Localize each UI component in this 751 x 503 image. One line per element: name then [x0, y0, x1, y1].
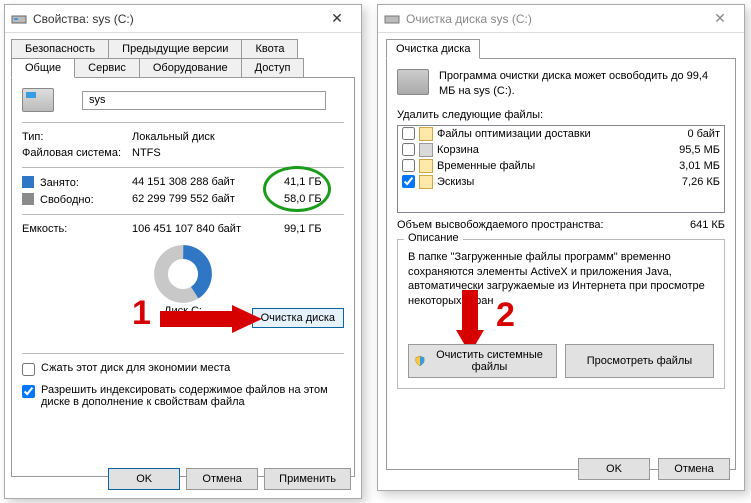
file-checkbox[interactable]: [402, 159, 415, 172]
drive-large-icon: [22, 88, 54, 112]
cap-bytes: 106 451 107 840 байт: [132, 223, 284, 235]
description-group: Описание В папке "Загруженные файлы прог…: [397, 239, 725, 389]
file-checkbox[interactable]: [402, 143, 415, 156]
tab-quota[interactable]: Квота: [241, 39, 298, 59]
ok-button[interactable]: OK: [578, 458, 650, 480]
summary-text: Программа очистки диска может освободить…: [439, 69, 725, 99]
summary-icon: [397, 69, 429, 95]
disk-cleanup-button[interactable]: Очистка диска: [252, 308, 344, 328]
dialog-buttons: OK Отмена Применить: [108, 468, 351, 490]
compress-checkbox-row[interactable]: Сжать этот диск для экономии места: [22, 362, 344, 376]
cancel-button[interactable]: Отмена: [658, 458, 730, 480]
used-label: Занято:: [22, 176, 132, 189]
annotation-circle: [263, 166, 331, 212]
total-value: 641 КБ: [690, 219, 725, 231]
tab-tools[interactable]: Сервис: [74, 58, 140, 78]
index-checkbox[interactable]: [22, 385, 35, 398]
annotation-1: 1: [132, 294, 151, 333]
titlebar[interactable]: Свойства: sys (C:) ✕: [5, 5, 361, 33]
capacity-chart: [154, 245, 212, 303]
tab-sharing[interactable]: Доступ: [241, 58, 305, 78]
ok-button[interactable]: OK: [108, 468, 180, 490]
fs-label: Файловая система:: [22, 147, 132, 159]
list-item: Файлы оптимизации доставки0 байт: [398, 126, 724, 142]
cap-label: Емкость:: [22, 223, 132, 235]
properties-dialog: Свойства: sys (C:) ✕ Безопасность Предыд…: [4, 4, 362, 499]
dialog-title: Очистка диска sys (C:): [406, 12, 702, 26]
used-swatch: [22, 176, 34, 188]
free-label: Свободно:: [22, 193, 132, 206]
used-bytes: 44 151 308 288 байт: [132, 176, 284, 189]
tab-strip: Очистка диска: [386, 39, 736, 59]
drive-name-input[interactable]: [82, 91, 326, 110]
shield-icon: [415, 355, 425, 367]
view-files-button[interactable]: Просмотреть файлы: [565, 344, 714, 378]
file-checkbox[interactable]: [402, 175, 415, 188]
compress-checkbox[interactable]: [22, 363, 35, 376]
titlebar[interactable]: Очистка диска sys (C:) ✕: [378, 5, 744, 33]
cleanup-panel: Программа очистки диска может освободить…: [386, 58, 736, 470]
cleanup-icon: [384, 11, 400, 27]
annotation-arrow-1: [160, 305, 262, 333]
cancel-button[interactable]: Отмена: [186, 468, 258, 490]
folder-icon: [419, 159, 433, 173]
drive-icon: [11, 11, 27, 27]
fs-value: NTFS: [132, 147, 344, 159]
close-button[interactable]: ✕: [702, 6, 738, 32]
free-swatch: [22, 193, 34, 205]
free-bytes: 62 299 799 552 байт: [132, 193, 284, 206]
tab-strip: Безопасность Предыдущие версии Квота Общ…: [11, 39, 355, 78]
folder-icon: [419, 127, 433, 141]
clean-system-files-button[interactable]: Очистить системные файлы: [408, 344, 557, 378]
list-item: Корзина95,5 МБ: [398, 142, 724, 158]
dialog-buttons: OK Отмена: [578, 458, 730, 480]
tab-general[interactable]: Общие: [11, 58, 75, 78]
cap-human: 99,1 ГБ: [284, 223, 344, 235]
apply-button[interactable]: Применить: [264, 468, 351, 490]
file-checkbox[interactable]: [402, 127, 415, 140]
total-label: Объем высвобождаемого пространства:: [397, 219, 690, 231]
list-item: Эскизы7,26 КБ: [398, 174, 724, 190]
file-list[interactable]: Файлы оптимизации доставки0 байт Корзина…: [397, 125, 725, 213]
dialog-title: Свойства: sys (C:): [33, 12, 319, 26]
type-label: Тип:: [22, 131, 132, 143]
annotation-2: 2: [496, 296, 515, 335]
general-panel: Тип:Локальный диск Файловая система:NTFS…: [11, 77, 355, 477]
tab-cleanup[interactable]: Очистка диска: [386, 39, 480, 59]
list-item: Временные файлы3,01 МБ: [398, 158, 724, 174]
close-button[interactable]: ✕: [319, 6, 355, 32]
tab-security[interactable]: Безопасность: [11, 39, 109, 59]
description-text: В папке "Загруженные файлы программ" вре…: [408, 250, 714, 309]
tab-previous-versions[interactable]: Предыдущие версии: [108, 39, 242, 59]
bin-icon: [419, 143, 433, 157]
disk-cleanup-dialog: Очистка диска sys (C:) ✕ Очистка диска П…: [377, 4, 745, 491]
type-value: Локальный диск: [132, 131, 344, 143]
index-checkbox-row[interactable]: Разрешить индексировать содержимое файло…: [22, 384, 344, 408]
tab-hardware[interactable]: Оборудование: [139, 58, 242, 78]
group-title: Описание: [404, 232, 463, 244]
folder-icon: [419, 175, 433, 189]
delete-label: Удалить следующие файлы:: [397, 109, 725, 121]
